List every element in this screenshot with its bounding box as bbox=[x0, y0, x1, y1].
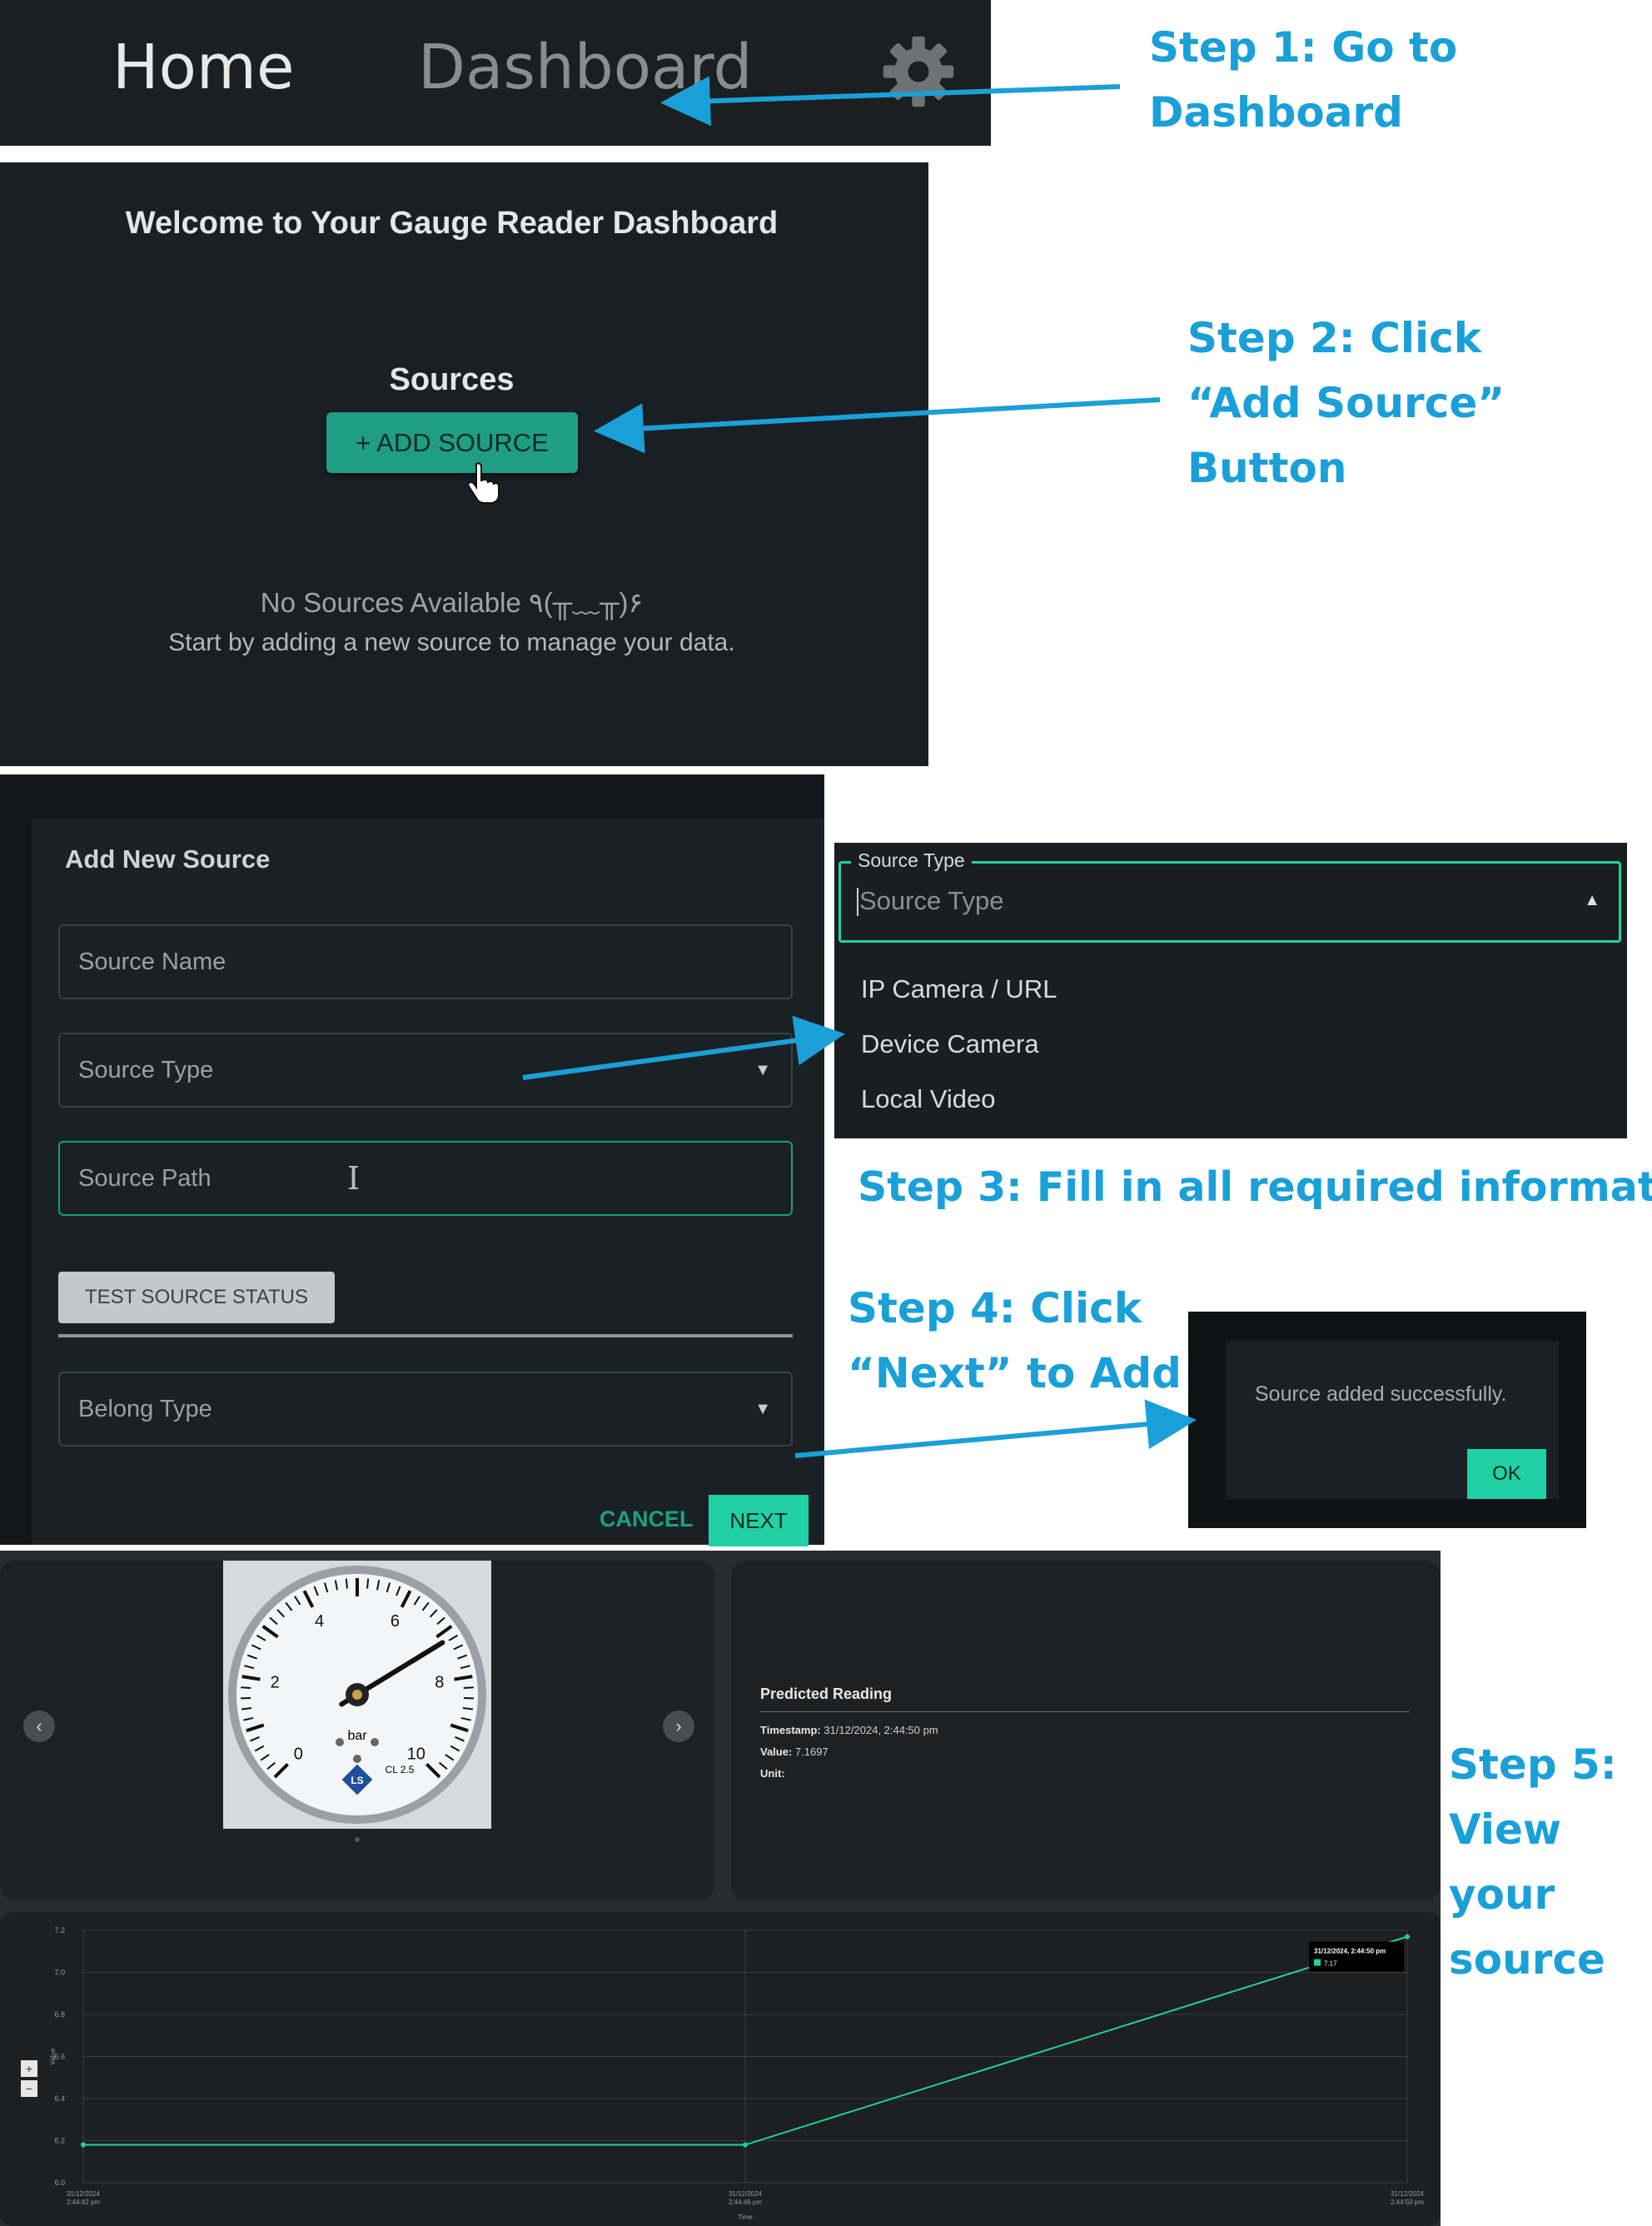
annotation-arrows bbox=[522, 76, 1197, 1458]
arrow-step4 bbox=[794, 1399, 1197, 1458]
arrow-step1 bbox=[660, 76, 1121, 127]
arrow-step3 bbox=[522, 1015, 845, 1080]
arrow-step2 bbox=[594, 397, 1161, 454]
